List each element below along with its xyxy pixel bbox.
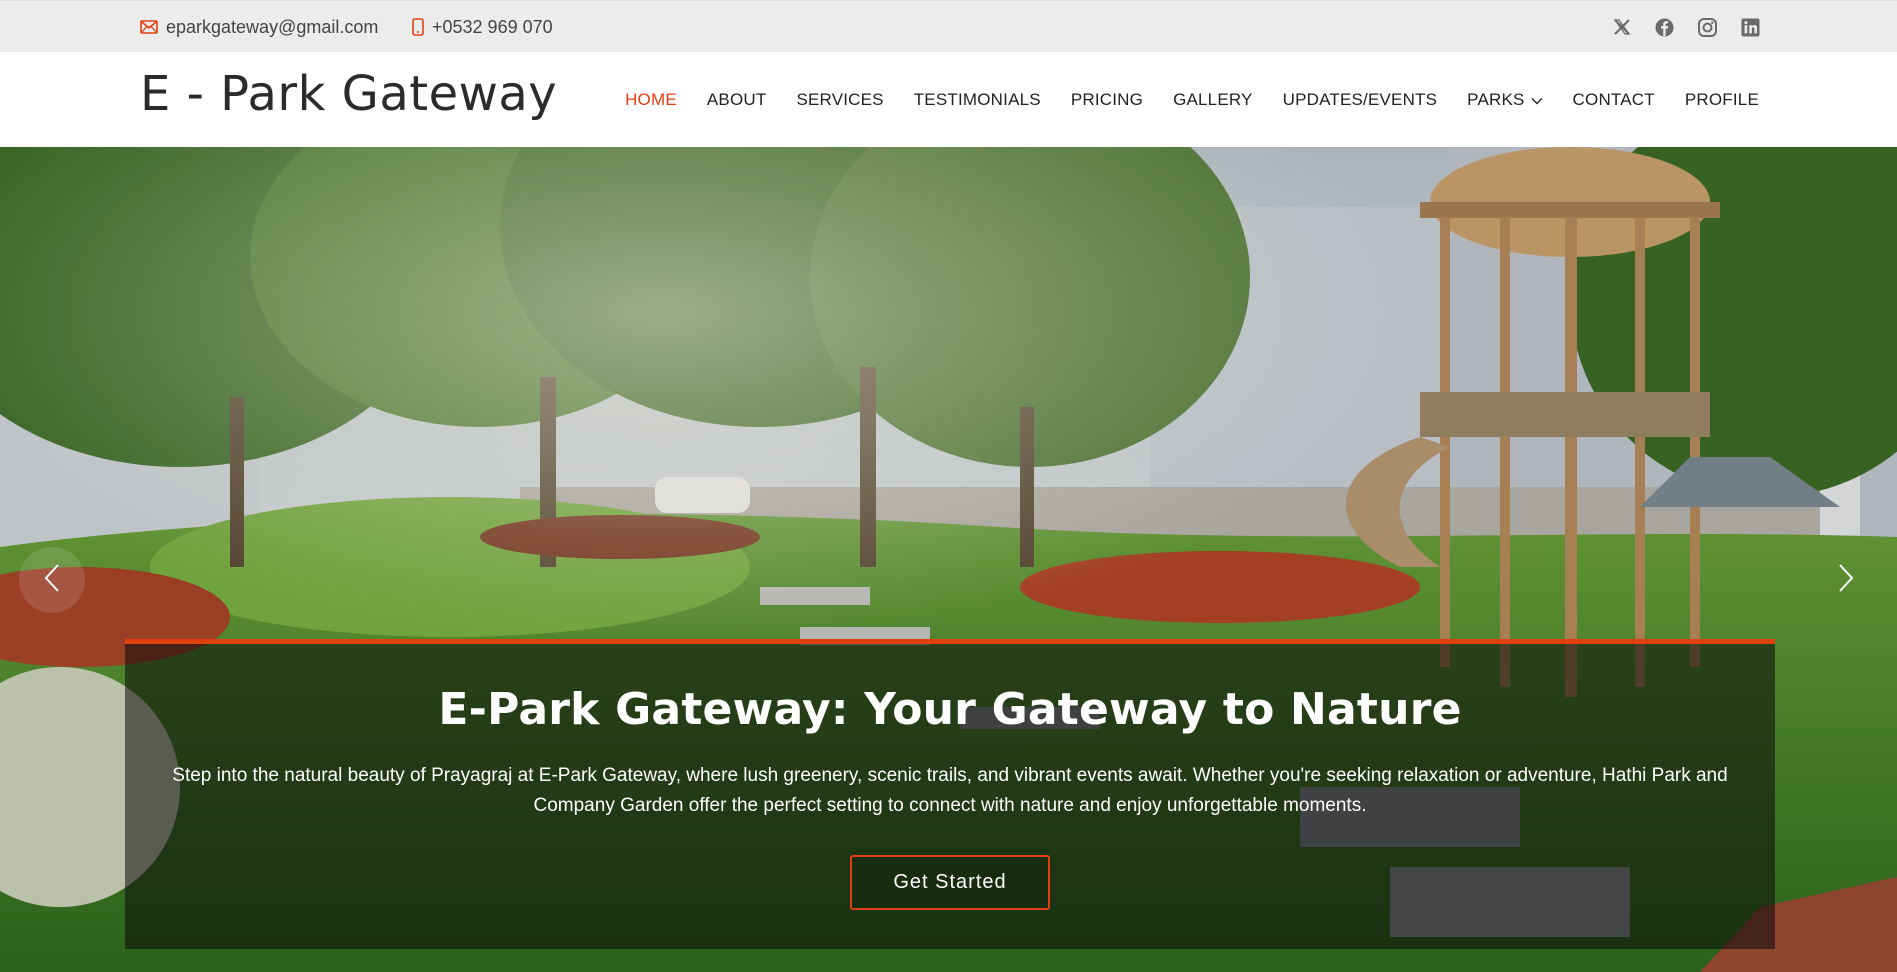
contact-phone: +0532 969 070 — [412, 1, 553, 53]
chevron-right-icon — [1838, 563, 1854, 598]
nav-pricing[interactable]: PRICING — [1071, 90, 1143, 110]
instagram-icon[interactable] — [1697, 17, 1718, 38]
top-bar: eparkgateway@gmail.com +0532 969 070 — [0, 0, 1897, 52]
nav-gallery[interactable]: GALLERY — [1173, 90, 1253, 110]
chevron-down-icon — [1531, 90, 1543, 110]
nav-parks-label: PARKS — [1467, 89, 1525, 109]
nav-testimonials[interactable]: TESTIMONIALS — [914, 90, 1041, 110]
get-started-button[interactable]: Get Started — [850, 855, 1050, 910]
envelope-icon — [140, 20, 158, 34]
mobile-phone-icon — [412, 18, 424, 36]
phone-link[interactable]: +0532 969 070 — [432, 17, 553, 38]
nav-about[interactable]: ABOUT — [707, 90, 767, 110]
nav-home[interactable]: HOME — [625, 90, 677, 110]
main-navigation: HOME ABOUT SERVICES TESTIMONIALS PRICING… — [625, 52, 1759, 147]
nav-profile[interactable]: PROFILE — [1685, 90, 1759, 110]
facebook-icon[interactable] — [1654, 17, 1675, 38]
hero-description: Step into the natural beauty of Prayagra… — [172, 765, 1728, 816]
carousel-next-button[interactable] — [1813, 547, 1879, 613]
hero-carousel: E-Park Gateway: Your Gateway to Nature S… — [0, 147, 1897, 972]
site-logo[interactable]: E - Park Gateway — [140, 66, 557, 122]
site-header: E - Park Gateway HOME ABOUT SERVICES TES… — [0, 52, 1897, 147]
nav-updates-events[interactable]: UPDATES/EVENTS — [1283, 90, 1438, 110]
carousel-prev-button[interactable] — [19, 547, 85, 613]
social-links — [1611, 1, 1761, 53]
hero-caption: E-Park Gateway: Your Gateway to Nature S… — [125, 639, 1775, 949]
nav-services[interactable]: SERVICES — [796, 90, 883, 110]
chevron-left-icon — [44, 563, 60, 598]
linkedin-icon[interactable] — [1740, 17, 1761, 38]
hero-title: E-Park Gateway: Your Gateway to Nature — [438, 684, 1462, 735]
email-link[interactable]: eparkgateway@gmail.com — [166, 17, 378, 38]
contact-email: eparkgateway@gmail.com — [140, 1, 378, 53]
nav-parks-dropdown[interactable]: PARKS — [1467, 89, 1543, 110]
x-icon[interactable] — [1611, 17, 1632, 38]
nav-contact[interactable]: CONTACT — [1573, 90, 1655, 110]
